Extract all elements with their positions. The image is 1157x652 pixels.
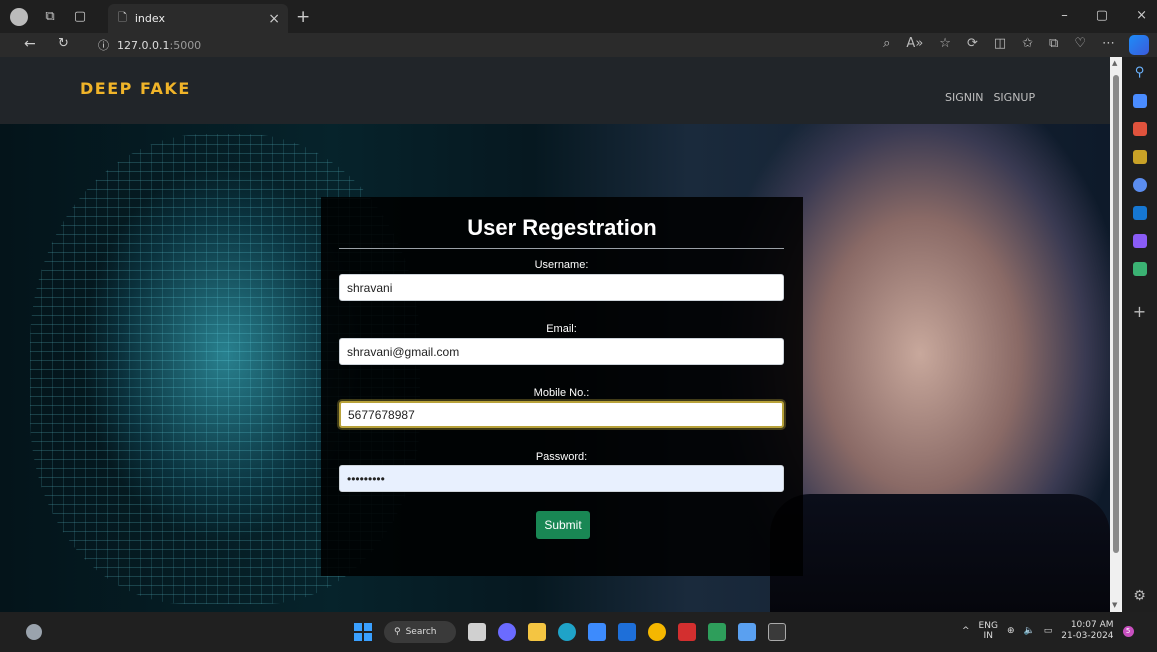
profile-avatar[interactable] bbox=[10, 7, 28, 26]
windows-taskbar: ⚲ Search ^ ENG IN ⊕ 🔈 ▭ 10:07 AM 21-03-2… bbox=[0, 612, 1157, 652]
scroll-up-icon[interactable]: ▲ bbox=[1112, 59, 1117, 67]
browser-side-panel: ⚲ + ⚙ bbox=[1122, 57, 1157, 612]
more-menu-icon[interactable]: ⋯ bbox=[1102, 36, 1115, 51]
close-tab-icon[interactable]: × bbox=[268, 11, 280, 27]
chevron-up-icon[interactable]: ^ bbox=[962, 626, 970, 636]
lang-line2: IN bbox=[983, 631, 993, 641]
portrait-suit-graphic bbox=[770, 494, 1110, 612]
search-glass-icon: ⚲ bbox=[394, 627, 401, 637]
scroll-thumb[interactable] bbox=[1113, 75, 1119, 553]
back-icon[interactable]: ← bbox=[24, 36, 36, 52]
password-input[interactable]: ••••••••• bbox=[339, 465, 784, 492]
terminal-icon[interactable] bbox=[768, 623, 786, 641]
email-label: Email: bbox=[546, 323, 577, 335]
navbar: DEEP FAKE SIGNIN SIGNUP bbox=[0, 57, 1110, 124]
username-input[interactable]: shravani bbox=[339, 274, 784, 301]
settings-icon[interactable]: ⚙ bbox=[1133, 588, 1146, 604]
designer-icon[interactable] bbox=[1132, 234, 1147, 248]
games-icon[interactable] bbox=[1132, 150, 1147, 164]
brand-logo[interactable]: DEEP FAKE bbox=[80, 79, 191, 98]
registration-form: User Regestration Username: shravani Ema… bbox=[321, 197, 803, 576]
weather-icon[interactable] bbox=[26, 624, 42, 640]
webpage-viewport: DEEP FAKE SIGNIN SIGNUP User Regestratio… bbox=[0, 57, 1122, 612]
mobile-input[interactable]: 5677678987 bbox=[339, 401, 784, 428]
tab-actions-icon[interactable]: ▢ bbox=[72, 9, 88, 25]
tab-title: index bbox=[134, 12, 165, 25]
drop-icon[interactable] bbox=[1132, 262, 1147, 276]
collections-icon[interactable]: ⧉ bbox=[1049, 36, 1058, 51]
form-title: User Regestration bbox=[467, 215, 657, 240]
microsoft365-icon[interactable] bbox=[1132, 178, 1147, 192]
notification-badge[interactable]: 5 bbox=[1122, 625, 1134, 637]
windows-start-icon[interactable] bbox=[354, 623, 372, 641]
file-explorer-icon[interactable] bbox=[528, 623, 546, 641]
info-icon[interactable]: ⓘ bbox=[98, 37, 109, 53]
store-icon[interactable] bbox=[588, 623, 606, 641]
submit-button[interactable]: Submit bbox=[536, 511, 590, 539]
language-indicator[interactable]: ENG IN bbox=[979, 621, 998, 641]
favorite-star-icon[interactable]: ☆ bbox=[939, 36, 951, 51]
notepad-icon[interactable] bbox=[738, 623, 756, 641]
edge-icon[interactable] bbox=[558, 623, 576, 641]
extensions-icon[interactable]: ⟳ bbox=[967, 36, 978, 51]
workspaces-icon[interactable]: ⧉ bbox=[42, 9, 58, 25]
system-tray: ^ ENG IN ⊕ 🔈 ▭ 10:07 AM 21-03-2024 5 bbox=[962, 620, 1134, 642]
app-blue-icon[interactable] bbox=[618, 623, 636, 641]
clock[interactable]: 10:07 AM 21-03-2024 bbox=[1061, 620, 1113, 642]
meet-icon[interactable] bbox=[498, 623, 516, 641]
minimize-icon[interactable]: – bbox=[1061, 8, 1068, 23]
new-tab-plus-icon[interactable]: + bbox=[296, 7, 310, 27]
url-field[interactable]: ⓘ 127.0.0.1:5000 bbox=[98, 35, 201, 55]
search-icon[interactable]: ⚲ bbox=[1135, 65, 1145, 80]
task-view-icon[interactable] bbox=[468, 623, 486, 641]
password-label: Password: bbox=[535, 451, 588, 463]
nav-links: SIGNIN SIGNUP bbox=[945, 91, 1035, 104]
volume-icon[interactable]: 🔈 bbox=[1024, 626, 1035, 636]
read-aloud-icon[interactable]: A» bbox=[906, 36, 923, 51]
nav-signin-link[interactable]: SIGNIN bbox=[945, 91, 983, 104]
tools-icon[interactable] bbox=[1132, 122, 1147, 136]
taskbar-search[interactable]: ⚲ Search bbox=[384, 621, 456, 643]
mobile-label: Mobile No.: bbox=[533, 387, 590, 399]
app-green-icon[interactable] bbox=[708, 623, 726, 641]
url-port: :5000 bbox=[169, 38, 202, 52]
copilot-icon[interactable] bbox=[1129, 35, 1149, 55]
clock-date: 21-03-2024 bbox=[1061, 631, 1114, 641]
taskbar-search-label: Search bbox=[405, 627, 437, 637]
title-divider bbox=[339, 248, 784, 249]
page-scrollbar[interactable]: ▲ ▼ bbox=[1110, 57, 1122, 612]
find-icon[interactable]: ⌕ bbox=[883, 36, 890, 51]
mcafee-icon[interactable] bbox=[678, 623, 696, 641]
taskbar-apps: ⚲ Search bbox=[354, 621, 786, 643]
username-label: Username: bbox=[534, 259, 589, 271]
url-host: 127.0.0.1 bbox=[117, 38, 170, 52]
browser-toolbar: ⌕ A» ☆ ⟳ ◫ ✩ ⧉ ♡ ⋯ bbox=[883, 36, 1115, 51]
scroll-down-icon[interactable]: ▼ bbox=[1112, 601, 1117, 609]
nav-signup-link[interactable]: SIGNUP bbox=[993, 91, 1035, 104]
email-input[interactable]: shravani@gmail.com bbox=[339, 338, 784, 365]
favorites-icon[interactable]: ✩ bbox=[1022, 36, 1033, 51]
battery-icon[interactable]: ▭ bbox=[1044, 626, 1053, 636]
clock-time: 10:07 AM bbox=[1070, 620, 1114, 630]
maximize-icon[interactable]: ▢ bbox=[1096, 8, 1108, 23]
shopping-icon[interactable] bbox=[1132, 94, 1147, 108]
browser-tab-bar: ⧉ ▢ 🗋 index × + – ▢ × bbox=[0, 0, 1157, 33]
address-bar-row: ← ↻ ⓘ 127.0.0.1:5000 ⌕ A» ☆ ⟳ ◫ ✩ ⧉ ♡ ⋯ bbox=[0, 33, 1157, 57]
tab-index[interactable]: 🗋 index × bbox=[108, 4, 288, 33]
hero-background-image: User Regestration Username: shravani Ema… bbox=[0, 124, 1110, 612]
performance-icon[interactable]: ♡ bbox=[1074, 36, 1086, 51]
page-icon: 🗋 bbox=[118, 11, 127, 24]
close-window-icon[interactable]: × bbox=[1136, 8, 1147, 23]
network-icon[interactable]: ⊕ bbox=[1007, 626, 1015, 636]
window-controls: – ▢ × bbox=[1061, 8, 1147, 23]
chrome-icon[interactable] bbox=[648, 623, 666, 641]
split-screen-icon[interactable]: ◫ bbox=[994, 36, 1006, 51]
add-panel-plus-icon[interactable]: + bbox=[1133, 302, 1146, 321]
refresh-icon[interactable]: ↻ bbox=[58, 36, 69, 51]
outlook-icon[interactable] bbox=[1132, 206, 1147, 220]
lang-line1: ENG bbox=[978, 621, 998, 631]
